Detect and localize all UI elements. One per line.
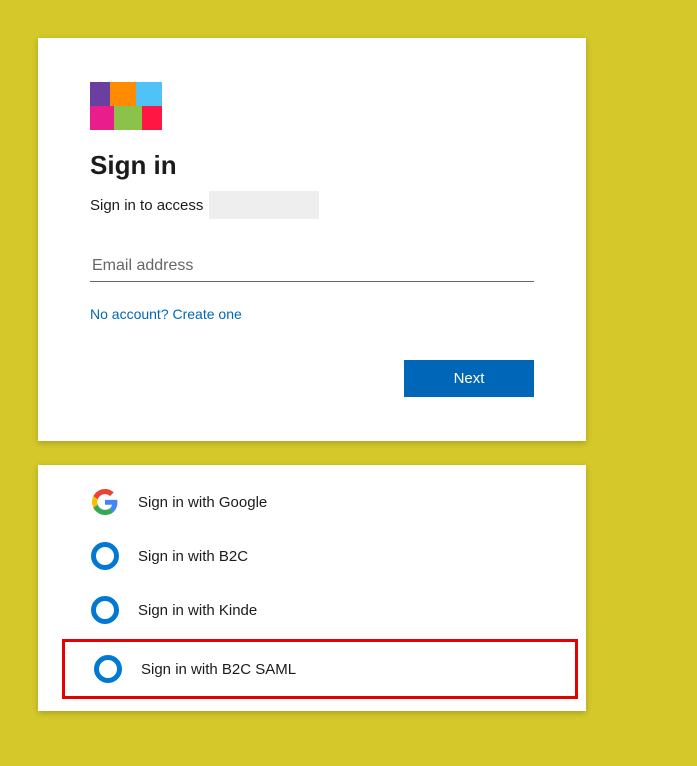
subtitle: Sign in to access [90, 191, 534, 219]
provider-b2c[interactable]: Sign in with B2C [38, 529, 586, 583]
provider-google[interactable]: Sign in with Google [38, 475, 586, 529]
highlight-annotation: Sign in with B2C SAML [62, 639, 578, 699]
email-input-wrap [90, 251, 534, 282]
provider-b2c-saml[interactable]: Sign in with B2C SAML [65, 642, 575, 696]
provider-google-label: Sign in with Google [138, 494, 267, 511]
signin-card: Sign in Sign in to access No account? Cr… [38, 38, 586, 441]
subtitle-text: Sign in to access [90, 197, 203, 214]
next-button[interactable]: Next [404, 360, 534, 397]
provider-kinde[interactable]: Sign in with Kinde [38, 583, 586, 637]
google-icon [90, 487, 120, 517]
brand-logo [90, 82, 162, 130]
circle-icon [90, 541, 120, 571]
provider-b2c-label: Sign in with B2C [138, 548, 248, 565]
circle-icon [90, 595, 120, 625]
create-account-link[interactable]: No account? Create one [90, 306, 242, 322]
circle-icon [93, 654, 123, 684]
provider-b2c-saml-label: Sign in with B2C SAML [141, 661, 296, 678]
actions-row: Next [90, 360, 534, 397]
email-field[interactable] [90, 251, 534, 281]
page-title: Sign in [90, 150, 534, 181]
providers-card: Sign in with Google Sign in with B2C Sig… [38, 465, 586, 711]
provider-kinde-label: Sign in with Kinde [138, 602, 257, 619]
redacted-app-name [209, 191, 319, 219]
